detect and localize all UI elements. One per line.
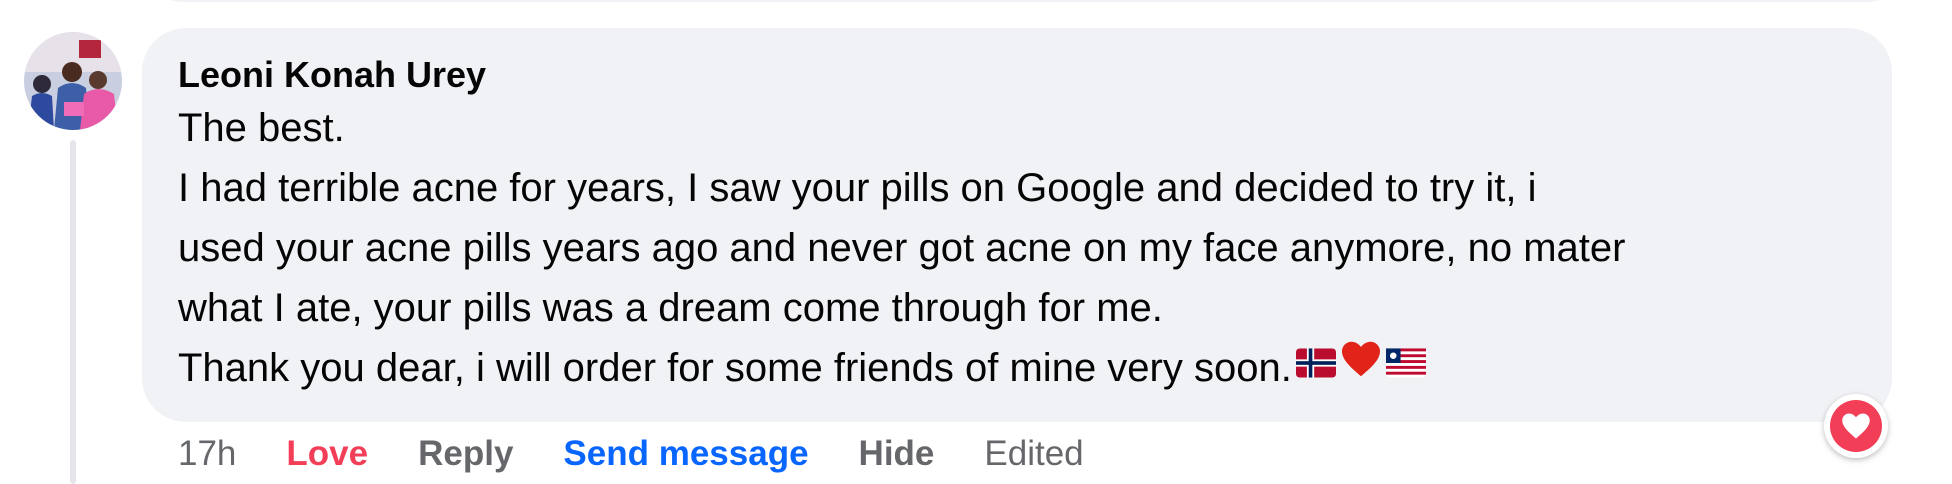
hide-button[interactable]: Hide xyxy=(859,434,935,474)
avatar-photo xyxy=(24,32,122,130)
comment-text-line: I had terrible acne for years, I saw you… xyxy=(178,166,1537,210)
heart-reaction-icon xyxy=(1830,400,1882,452)
comment-author[interactable]: Leoni Konah Urey xyxy=(178,52,1852,98)
love-button[interactable]: Love xyxy=(286,434,368,474)
send-message-button[interactable]: Send message xyxy=(563,434,808,474)
comment-text-line: what I ate, your pills was a dream come … xyxy=(178,286,1163,330)
flag-norway-icon xyxy=(1295,335,1336,395)
red-heart-icon xyxy=(1340,335,1382,395)
reaction-badge[interactable] xyxy=(1824,394,1888,458)
timestamp-link[interactable]: 17h xyxy=(178,434,236,474)
previous-comment-bubble-edge xyxy=(150,0,1900,2)
avatar[interactable] xyxy=(24,32,122,130)
thread-line xyxy=(70,140,76,484)
comment-text-segment: Thank you dear, i will order for some fr… xyxy=(178,346,1292,390)
flag-liberia-icon xyxy=(1385,335,1426,395)
comment-bubble: Leoni Konah Urey The best. I had terribl… xyxy=(142,28,1892,422)
comment-text-line-last: Thank you dear, i will order for some fr… xyxy=(178,338,1852,398)
comment-text-line: used your acne pills years ago and never… xyxy=(178,226,1626,270)
comment-text-line: The best. xyxy=(178,106,345,150)
comment-actions: 17h Love Reply Send message Hide Edited xyxy=(178,428,1084,480)
edited-label: Edited xyxy=(984,434,1084,473)
reply-button[interactable]: Reply xyxy=(418,434,513,474)
